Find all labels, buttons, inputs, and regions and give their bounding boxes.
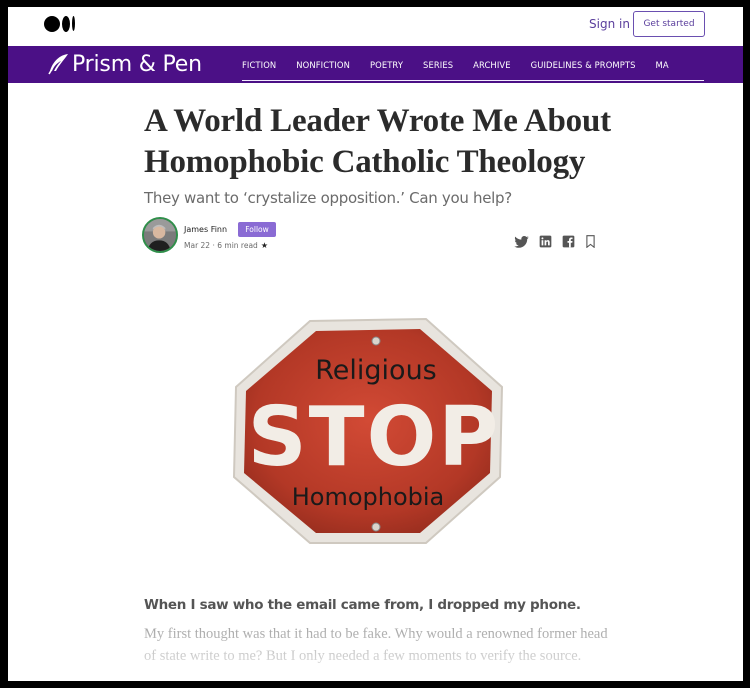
byline: James Finn Follow Mar 22 · 6 min read ★ [142,217,602,257]
twitter-icon[interactable] [514,235,529,248]
nav-item-series[interactable]: SERIES [423,60,453,70]
nav-item-more[interactable]: MA [656,60,669,70]
publish-date-readtime: Mar 22 · 6 min read [184,241,258,250]
author-name[interactable]: James Finn [184,225,227,234]
nav-item-nonfiction[interactable]: NONFICTION [296,60,350,70]
share-bar [514,235,606,248]
member-star-icon: ★ [260,241,268,250]
publication-bar: Prism & Pen FICTION NONFICTION POETRY SE… [8,46,743,83]
sign-in-link[interactable]: Sign in [589,17,630,31]
sign-center-text: STOP [248,390,501,485]
nav-item-fiction[interactable]: FICTION [242,60,276,70]
publication-name: Prism & Pen [72,51,202,77]
article-hero-image: Religious STOP Homophobia [230,317,506,545]
article-meta: Mar 22 · 6 min read ★ [184,241,268,250]
stop-sign-image: Religious STOP Homophobia [232,317,504,544]
medium-logo-icon[interactable] [44,16,78,34]
avatar-photo [144,219,176,251]
get-started-button[interactable]: Get started [633,11,705,37]
browser-viewport: Sign in Get started Prism & Pen FICTION … [8,7,743,681]
author-avatar[interactable] [142,217,178,253]
sign-top-text: Religious [315,355,437,386]
nav-item-guidelines[interactable]: GUIDELINES & PROMPTS [531,60,636,70]
article-paragraph: My first thought was that it had to be f… [144,626,608,664]
publication-logo[interactable]: Prism & Pen [46,51,202,77]
nav-divider [242,80,704,81]
article-title: A World Leader Wrote Me About Homophobic… [144,103,611,180]
linkedin-icon[interactable] [539,235,552,248]
nav-item-poetry[interactable]: POETRY [370,60,403,70]
bookmark-icon[interactable] [585,235,596,248]
publication-nav: FICTION NONFICTION POETRY SERIES ARCHIVE… [242,46,743,83]
quill-icon [48,54,68,75]
article-subtitle: They want to ‘crystalize opposition.’ Ca… [144,189,512,207]
medium-topbar: Sign in Get started [8,7,743,47]
facebook-icon[interactable] [562,235,575,248]
follow-button[interactable]: Follow [238,222,276,237]
sign-bottom-text: Homophobia [292,483,445,511]
nav-item-archive[interactable]: ARCHIVE [473,60,510,70]
article-lead: When I saw who the email came from, I dr… [144,597,581,613]
